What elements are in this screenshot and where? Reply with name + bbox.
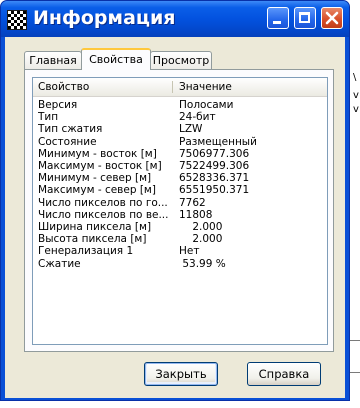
property-name: Тип <box>38 111 59 124</box>
table-row[interactable]: Число пикселов по ве... 11808 <box>33 209 327 221</box>
table-row[interactable]: Версия Полосами <box>33 99 327 111</box>
property-value: 7506977.306 <box>179 147 250 160</box>
property-value: 6551950.371 <box>179 184 250 197</box>
property-value: 24-бит <box>179 111 216 124</box>
property-value: 7522499.306 <box>179 160 250 172</box>
property-name: Сжатие <box>38 257 81 270</box>
background-window-edge <box>350 0 360 408</box>
minimize-icon <box>273 21 281 24</box>
background-divider <box>350 340 360 341</box>
background-text-fragment: \ <box>353 72 357 83</box>
background-divider <box>350 372 360 373</box>
property-name: Максимум - север [м] <box>38 184 156 197</box>
table-row[interactable]: Максимум - север [м] 6551950.371 <box>33 184 327 196</box>
property-value: 11808 <box>179 208 213 221</box>
table-row[interactable]: Тип 24-бит <box>33 111 327 123</box>
property-name: Максимум - восток [м] <box>38 160 162 172</box>
maximize-button[interactable] <box>294 7 316 29</box>
property-name: Число пикселов по ве... <box>38 208 169 221</box>
maximize-icon <box>299 12 310 23</box>
info-dialog-window: Информация Главная Свойства Просмотр Сво… <box>0 0 350 401</box>
table-row[interactable]: Максимум - восток [м] 7522499.306 <box>33 160 327 172</box>
help-button[interactable]: Справка <box>247 362 321 386</box>
close-window-button[interactable] <box>321 7 343 29</box>
properties-list[interactable]: Свойство Значение Версия Полосами Тип 24-би… <box>32 77 328 345</box>
property-value: Полосами <box>179 99 234 111</box>
dialog-client-area: Главная Свойства Просмотр Свойство Значе… <box>5 37 345 398</box>
table-row[interactable]: Минимум - восток [м] 7506977.306 <box>33 148 327 160</box>
property-value: 2.000 <box>179 221 223 233</box>
property-value: Нет <box>179 245 200 258</box>
property-value: LZW <box>179 123 203 136</box>
window-title: Информация <box>33 7 176 29</box>
close-icon <box>325 11 339 25</box>
column-divider[interactable] <box>172 81 173 93</box>
tab-main[interactable]: Главная <box>24 51 82 69</box>
close-button[interactable]: Закрыть <box>144 362 218 386</box>
list-header: Свойство Значение <box>33 78 327 97</box>
minimize-button[interactable] <box>267 7 289 29</box>
property-value: Размещенный <box>179 135 257 148</box>
title-bar[interactable]: Информация <box>1 1 349 37</box>
tab-view[interactable]: Просмотр <box>150 51 212 69</box>
property-name: Минимум - север [м] <box>38 172 152 185</box>
property-name: Ширина пиксела [м] <box>38 221 152 233</box>
properties-tab-panel: Свойство Значение Версия Полосами Тип 24-би… <box>24 69 334 352</box>
property-value: 2.000 <box>179 233 223 246</box>
table-row[interactable]: Состояние Размещенный <box>33 136 327 148</box>
app-icon[interactable] <box>7 10 27 30</box>
table-row[interactable]: Сжатие 53.99 % <box>33 258 327 270</box>
property-name: Состояние <box>38 135 97 148</box>
tab-properties[interactable]: Свойства <box>81 48 151 70</box>
table-row[interactable]: Минимум - север [м] 6528336.371 <box>33 172 327 184</box>
property-name: Высота пиксела [м] <box>38 233 147 246</box>
table-row[interactable]: Высота пиксела [м] 2.000 <box>33 233 327 245</box>
property-value: 53.99 % <box>179 257 226 270</box>
column-header-value[interactable]: Значение <box>179 78 232 96</box>
table-row[interactable]: Число пикселов по го... 7762 <box>33 197 327 209</box>
property-name: Минимум - восток [м] <box>38 147 157 160</box>
background-text-fragment: v <box>353 90 359 101</box>
property-value: 6528336.371 <box>179 172 250 185</box>
property-name: Версия <box>38 99 78 111</box>
table-row[interactable]: Генерализация 1 Нет <box>33 245 327 257</box>
column-header-property[interactable]: Свойство <box>38 78 89 96</box>
property-name: Число пикселов по го... <box>38 196 168 209</box>
background-text-fragment: v <box>353 104 359 115</box>
property-name: Тип сжатия <box>38 123 103 136</box>
property-name: Генерализация 1 <box>38 245 134 258</box>
table-row[interactable]: Ширина пиксела [м] 2.000 <box>33 221 327 233</box>
property-value: 7762 <box>179 196 206 209</box>
table-row[interactable]: Тип сжатия LZW <box>33 123 327 135</box>
